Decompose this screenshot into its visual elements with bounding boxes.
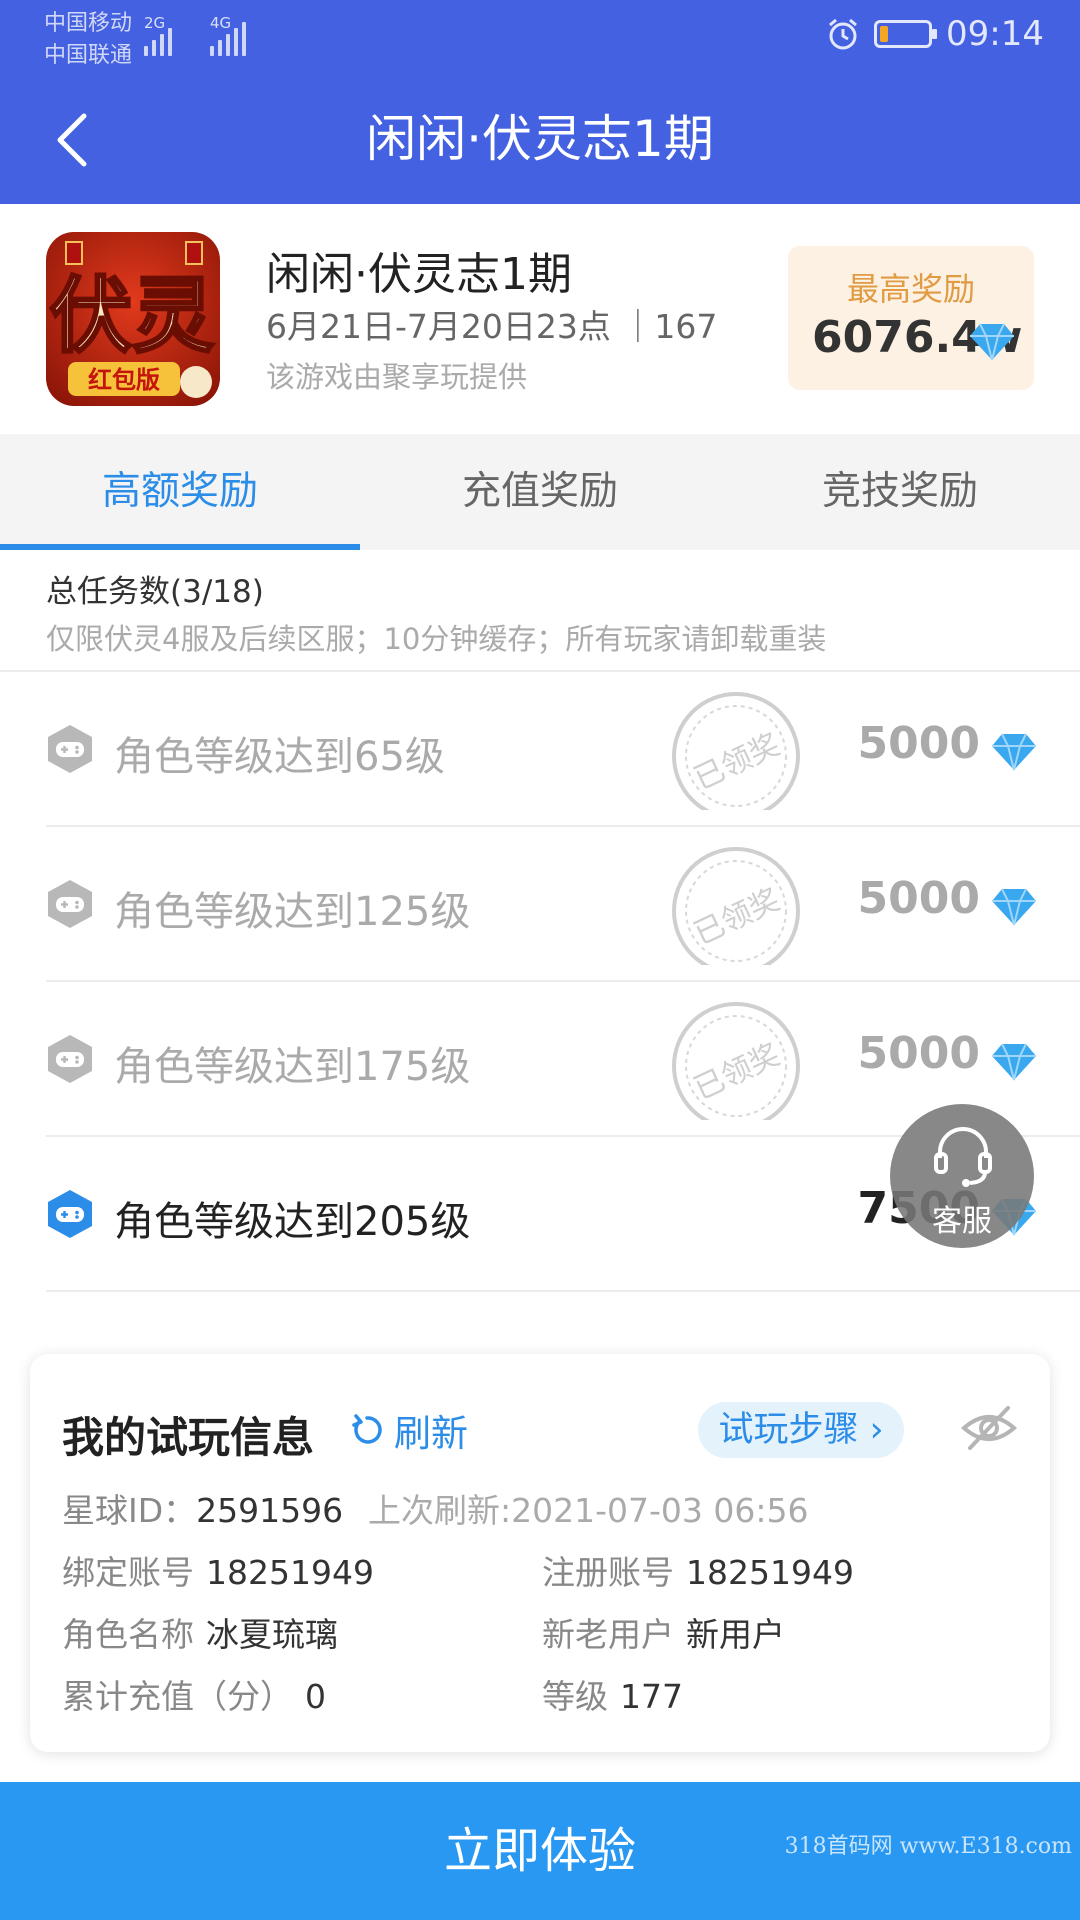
status-right: 09:14 <box>826 14 1044 54</box>
gamepad-icon <box>48 1190 92 1238</box>
task-title: 角色等级达到65级 <box>114 734 445 780</box>
svg-text:已领奖: 已领奖 <box>689 727 785 797</box>
task-reward: 5000 <box>857 873 980 924</box>
diamond-icon <box>992 1043 1036 1081</box>
task-reward: 5000 <box>857 1028 980 1079</box>
signal-4g-icon: 4G <box>210 14 264 56</box>
bind-account-row: 绑定账号 18251949 <box>62 1553 374 1592</box>
last-refresh: 上次刷新:2021-07-03 06:56 <box>368 1491 809 1530</box>
task-title: 角色等级达到205级 <box>114 1199 471 1245</box>
gamepad-icon <box>48 880 92 928</box>
max-reward-label: 最高奖励 <box>846 270 975 308</box>
recharge-row: 累计充值（分） 0 <box>62 1677 326 1716</box>
carrier-info: 中国移动 中国联通 <box>44 8 132 72</box>
try-now-button[interactable]: 立即体验 318首码网 www.E318.com <box>0 1782 1080 1920</box>
task-row[interactable]: 角色等级达到65级 已领奖 5000 <box>46 672 1080 827</box>
task-row[interactable]: 角色等级达到125级 已领奖 5000 <box>46 827 1080 982</box>
carrier-1: 中国移动 <box>44 11 133 36</box>
trial-info-title: 我的试玩信息 <box>62 1413 315 1462</box>
eye-hidden-icon[interactable] <box>960 1404 1018 1452</box>
svg-text:已领奖: 已领奖 <box>689 882 785 952</box>
battery-icon <box>874 20 938 48</box>
register-account-row: 注册账号 18251949 <box>542 1553 854 1592</box>
signal-2g-icon: 2G <box>144 14 190 56</box>
user-type-row: 新老用户 新用户 <box>542 1615 785 1654</box>
headset-icon <box>934 1127 992 1187</box>
gamepad-icon <box>48 1035 92 1083</box>
tab-recharge-reward[interactable]: 充值奖励 <box>360 434 720 550</box>
clock: 09:14 <box>946 14 1044 54</box>
gamepad-icon <box>48 725 92 773</box>
svg-text:红包版: 红包版 <box>88 366 160 394</box>
try-now-label: 立即体验 <box>443 1823 636 1879</box>
trial-steps-button[interactable]: 试玩步骤 › <box>698 1402 904 1458</box>
tab-high-reward[interactable]: 高额奖励 <box>0 434 360 550</box>
claimed-stamp: 已领奖 <box>672 847 800 965</box>
page-title: 闲闲·伏灵志1期 <box>366 110 714 168</box>
refresh-button[interactable]: 刷新 <box>350 1406 468 1455</box>
customer-service-label: 客服 <box>932 1204 992 1239</box>
customer-service-button[interactable]: 客服 <box>890 1104 1034 1248</box>
diamond-icon <box>992 888 1036 926</box>
game-name: 闲闲·伏灵志1期 <box>266 249 572 300</box>
level-row: 等级 177 <box>542 1677 683 1716</box>
svg-text:伏灵: 伏灵 <box>50 268 214 364</box>
task-title: 角色等级达到175级 <box>114 1044 471 1090</box>
claimed-stamp: 已领奖 <box>672 692 800 810</box>
task-title: 角色等级达到125级 <box>114 889 471 935</box>
star-id-value: 2591596 <box>196 1491 344 1530</box>
svg-text:已领奖: 已领奖 <box>689 1037 785 1107</box>
alarm-icon <box>829 18 857 50</box>
top-bar: 中国移动 中国联通 2G 4G 09:14 闲闲·伏灵志1期 <box>0 0 1080 204</box>
task-reward: 5000 <box>857 718 980 769</box>
trial-info-card: 我的试玩信息 刷新 试玩步骤 › 星球ID：2591596 上次刷新:2021-… <box>30 1354 1050 1752</box>
max-reward-box: 最高奖励 6076.4w <box>788 246 1034 390</box>
claimed-stamp: 已领奖 <box>672 1002 800 1120</box>
refresh-icon <box>352 1414 382 1444</box>
task-count: 总任务数(3/18) <box>46 574 264 610</box>
carrier-2: 中国联通 <box>44 43 133 68</box>
watermark: 318首码网 www.E318.com <box>784 1834 1072 1859</box>
game-provider: 该游戏由聚享玩提供 <box>266 360 528 394</box>
reward-tabs: 高额奖励 充值奖励 竞技奖励 <box>0 434 1080 550</box>
role-name-row: 角色名称 冰夏琉璃 <box>62 1615 338 1654</box>
diamond-icon <box>992 733 1036 771</box>
game-icon: 伏灵 红包版 <box>46 232 220 406</box>
refresh-label: 刷新 <box>394 1412 468 1455</box>
game-date: 6月21日-7月20日23点 ｜167 <box>266 307 718 346</box>
tab-competition-reward[interactable]: 竞技奖励 <box>720 434 1080 550</box>
task-note: 仅限伏灵4服及后续区服；10分钟缓存；所有玩家请卸载重装 <box>46 622 827 656</box>
diamond-icon <box>970 323 1014 361</box>
star-id-row: 星球ID：2591596 <box>62 1491 344 1530</box>
